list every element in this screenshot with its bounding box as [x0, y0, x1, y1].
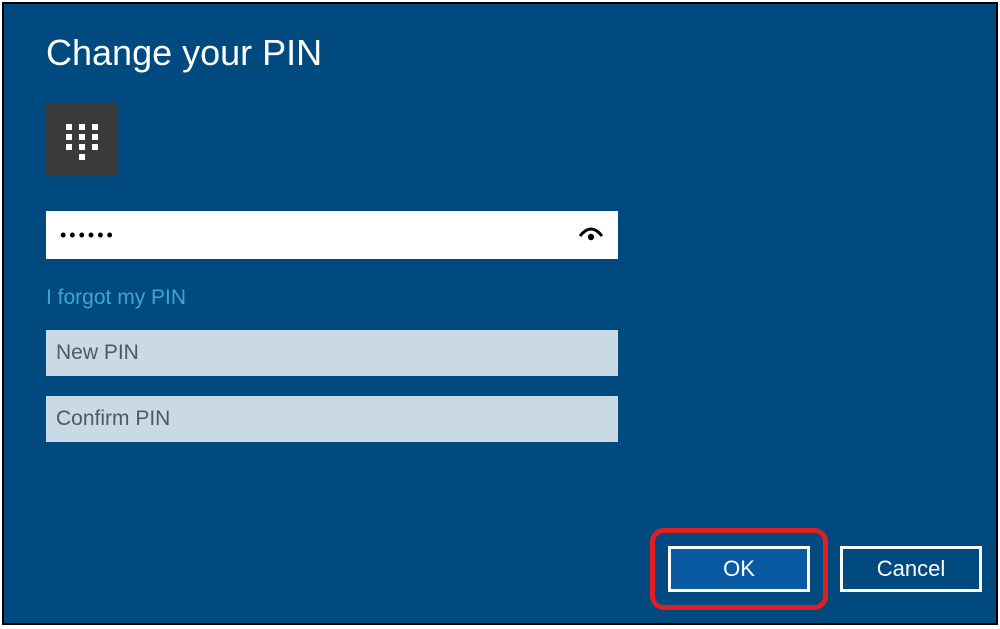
- keypad-icon: [46, 104, 118, 176]
- current-pin-input[interactable]: ••••••: [46, 211, 618, 259]
- current-pin-value: ••••••: [58, 225, 576, 246]
- new-pin-placeholder: New PIN: [56, 341, 139, 365]
- reveal-password-icon[interactable]: [576, 220, 606, 250]
- dialog-title: Change your PIN: [46, 32, 322, 74]
- confirm-pin-placeholder: Confirm PIN: [56, 407, 170, 431]
- new-pin-input[interactable]: New PIN: [46, 330, 618, 376]
- cancel-button[interactable]: Cancel: [840, 546, 982, 592]
- forgot-pin-link[interactable]: I forgot my PIN: [46, 286, 186, 310]
- confirm-pin-input[interactable]: Confirm PIN: [46, 396, 618, 442]
- change-pin-dialog: Change your PIN •••••• I forgot my PIN N…: [2, 2, 998, 625]
- ok-button[interactable]: OK: [668, 546, 810, 592]
